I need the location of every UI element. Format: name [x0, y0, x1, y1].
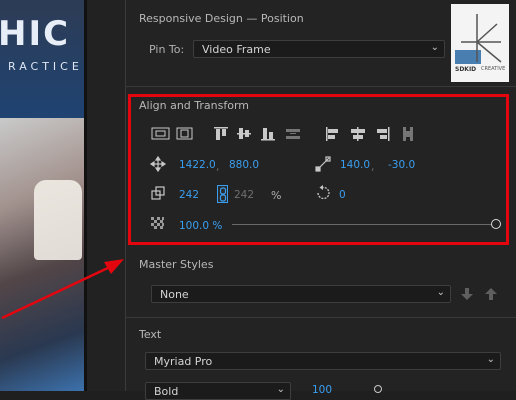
font-size-slider-thumb[interactable] [374, 385, 382, 393]
font-style-value: Bold [154, 385, 179, 398]
chevron-down-icon: ⌄ [486, 354, 495, 365]
master-styles-title: Master Styles [139, 258, 214, 271]
pull-style-up-icon[interactable] [485, 287, 497, 301]
chevron-down-icon: ⌄ [436, 287, 445, 298]
font-size-value[interactable]: 100 [312, 384, 332, 396]
section-separator [126, 317, 516, 318]
master-styles-value: None [160, 288, 189, 301]
font-style-dropdown[interactable]: Bold ⌄ [145, 382, 291, 400]
text-section-title: Text [139, 328, 162, 341]
chevron-down-icon: ⌄ [276, 384, 285, 395]
font-family-value: Myriad Pro [154, 355, 213, 368]
master-styles-dropdown[interactable]: None ⌄ [151, 285, 451, 303]
push-style-down-icon[interactable] [461, 287, 473, 301]
font-family-dropdown[interactable]: Myriad Pro ⌄ [145, 352, 501, 370]
annotation-arrow [1, 259, 124, 320]
